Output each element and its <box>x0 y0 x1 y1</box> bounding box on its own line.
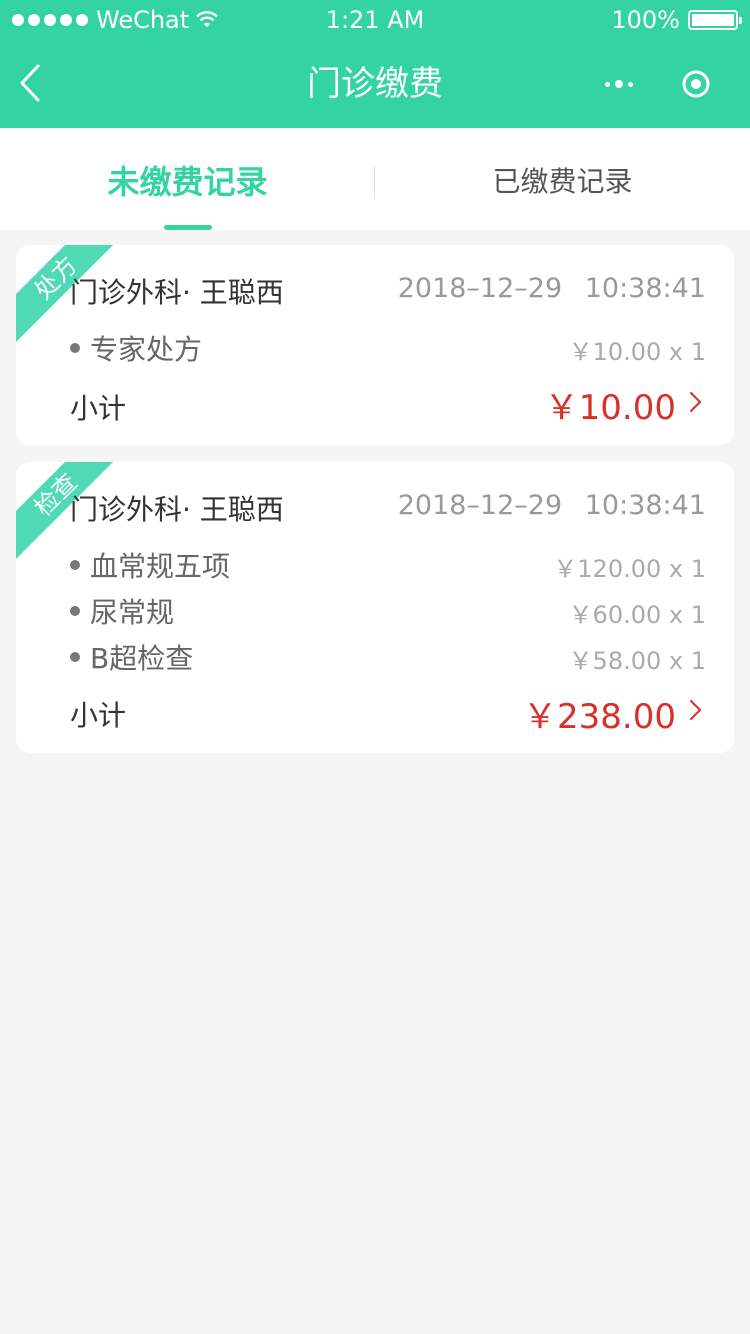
record-card[interactable]: 检查 门诊外科· 王聪西 2018–12–29 10:38:41 血常规五项 ￥… <box>16 462 734 753</box>
record-datetime: 2018–12–29 10:38:41 <box>397 490 706 521</box>
item-name: 尿常规 <box>90 596 175 629</box>
tab-unpaid[interactable]: 未缴费记录 <box>0 128 375 230</box>
item-name: B超检查 <box>90 642 194 675</box>
bullet-icon <box>70 343 80 353</box>
active-tab-indicator <box>164 225 212 230</box>
list-item: 血常规五项 <box>70 545 230 585</box>
item-price: ￥10.00 x 1 <box>568 338 706 366</box>
battery-percent: 100% <box>611 6 680 34</box>
department-doctor: 门诊外科· 王聪西 <box>70 276 284 309</box>
chevron-right-icon[interactable] <box>684 698 708 722</box>
list-item: B超检查 <box>70 637 193 677</box>
subtotal-amount: ￥238.00 <box>523 697 676 737</box>
status-right: 100% <box>611 0 742 40</box>
bullet-icon <box>70 652 80 662</box>
department-doctor: 门诊外科· 王聪西 <box>70 493 284 526</box>
subtotal-amount: ￥10.00 <box>544 388 676 428</box>
tab-paid[interactable]: 已缴费记录 <box>375 128 750 230</box>
more-button[interactable] <box>596 64 642 104</box>
bullet-icon <box>70 606 80 616</box>
item-price: ￥60.00 x 1 <box>568 601 706 629</box>
status-bar: WeChat 1:21 AM 100% <box>0 0 750 40</box>
item-name: 血常规五项 <box>90 550 231 583</box>
navbar: 门诊缴费 <box>0 40 750 128</box>
list-item: 专家处方 <box>70 328 202 368</box>
item-price: ￥120.00 x 1 <box>553 555 706 583</box>
list-item: 尿常规 <box>70 591 174 631</box>
item-name: 专家处方 <box>90 333 203 366</box>
record-datetime: 2018–12–29 10:38:41 <box>397 273 706 304</box>
more-dot-icon <box>605 81 610 87</box>
subtotal-label: 小计 <box>70 392 127 425</box>
battery-icon <box>688 10 742 30</box>
record-card[interactable]: 处方 门诊外科· 王聪西 2018–12–29 10:38:41 专家处方 ￥1… <box>16 245 734 445</box>
more-dot-icon <box>628 81 633 87</box>
item-price: ￥58.00 x 1 <box>568 647 706 675</box>
chevron-right-icon[interactable] <box>684 390 708 414</box>
close-miniprogram-button[interactable] <box>676 64 716 104</box>
bullet-icon <box>70 560 80 570</box>
more-dot-icon <box>615 80 623 88</box>
tab-bar: 未缴费记录 已缴费记录 <box>0 128 750 230</box>
subtotal-label: 小计 <box>70 699 127 732</box>
top-bar: WeChat 1:21 AM 100% 门诊缴费 <box>0 0 750 128</box>
